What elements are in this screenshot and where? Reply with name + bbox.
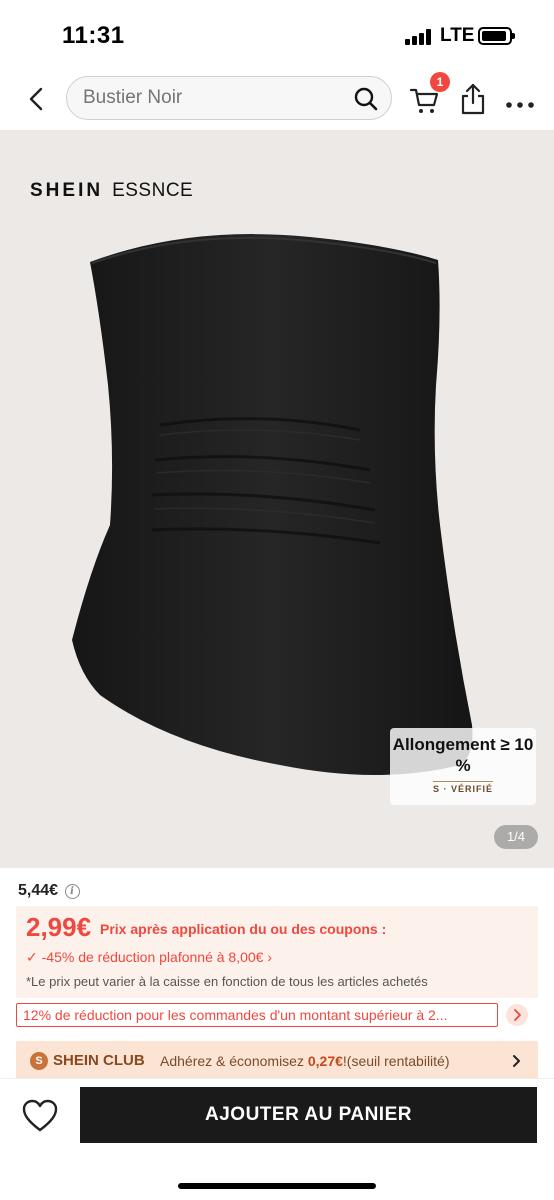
promo-banner[interactable]: 12% de réduction pour les commandes d'un…	[16, 1003, 498, 1027]
product-image	[72, 234, 473, 775]
badge-title: Allongement ≥ 10 %	[392, 735, 534, 775]
search-bar[interactable]	[66, 76, 392, 120]
coupon-label: Prix après application du ou des coupons…	[100, 921, 387, 937]
signal-icon	[405, 29, 435, 45]
status-time: 11:31	[62, 22, 125, 49]
shein-club-banner[interactable]: S SHEIN CLUB Adhérez & économisez 0,27€!…	[16, 1041, 538, 1081]
stretch-badge: Allongement ≥ 10 % S · VÉRIFIÉ	[390, 728, 536, 805]
original-price: 5,44€ i	[18, 882, 80, 900]
bottom-action-bar: AJOUTER AU PANIER	[0, 1078, 554, 1200]
battery-icon	[478, 27, 515, 45]
brand-sub: ESSNCE	[112, 180, 194, 201]
network-label: LTE	[440, 25, 475, 46]
brand-main: SHEIN	[30, 180, 104, 201]
wishlist-button[interactable]	[22, 1099, 58, 1133]
info-icon[interactable]: i	[64, 884, 80, 899]
club-logo-icon: S	[30, 1052, 48, 1070]
coupon-discount-link[interactable]: ✓ -45% de réduction plafonné à 8,00€ ›	[26, 949, 272, 966]
promo-text: 12% de réduction pour les commandes d'un…	[23, 1007, 448, 1023]
nav-bar: 1	[0, 70, 554, 130]
more-icon	[506, 102, 534, 108]
brand-logo: SHEIN ESSNCE	[30, 180, 193, 202]
club-text-prefix: Adhérez & économisez	[160, 1053, 308, 1069]
chevron-right-icon	[513, 1055, 520, 1067]
chevron-left-icon	[29, 87, 43, 111]
more-button[interactable]	[505, 96, 535, 108]
add-to-cart-button[interactable]: AJOUTER AU PANIER	[80, 1087, 537, 1143]
original-price-value: 5,44€	[18, 882, 59, 899]
heart-icon	[22, 1099, 58, 1132]
chevron-right-icon	[514, 1009, 521, 1021]
club-offer-text: Adhérez & économisez 0,27€!(seuil rentab…	[160, 1053, 450, 1069]
search-icon[interactable]	[353, 86, 379, 112]
search-input[interactable]	[83, 77, 343, 119]
badge-verified-label: S · VÉRIFIÉ	[432, 784, 493, 794]
home-indicator	[178, 1183, 376, 1189]
coupon-price: 2,99€	[26, 912, 92, 942]
image-page-indicator: 1/4	[494, 825, 538, 849]
price-note: *Le prix peut varier à la caisse en fonc…	[26, 974, 428, 989]
share-button[interactable]	[458, 82, 488, 116]
share-icon	[461, 83, 485, 115]
club-text-suffix: !(seuil rentabilité)	[342, 1053, 450, 1069]
status-bar: 11:31 LTE	[0, 0, 554, 70]
badge-divider	[433, 781, 493, 782]
back-button[interactable]	[22, 84, 52, 114]
promo-expand-button[interactable]	[506, 1004, 528, 1026]
cart-count-badge: 1	[430, 72, 450, 92]
coupon-price-panel: 2,99€ Prix après application du ou des c…	[16, 906, 538, 998]
product-image-gallery[interactable]: SHEIN ESSNCE Allongement ≥ 10 % S · VÉRIF…	[0, 130, 554, 868]
club-name: SHEIN CLUB	[53, 1052, 145, 1069]
club-amount: 0,27€	[307, 1053, 343, 1069]
